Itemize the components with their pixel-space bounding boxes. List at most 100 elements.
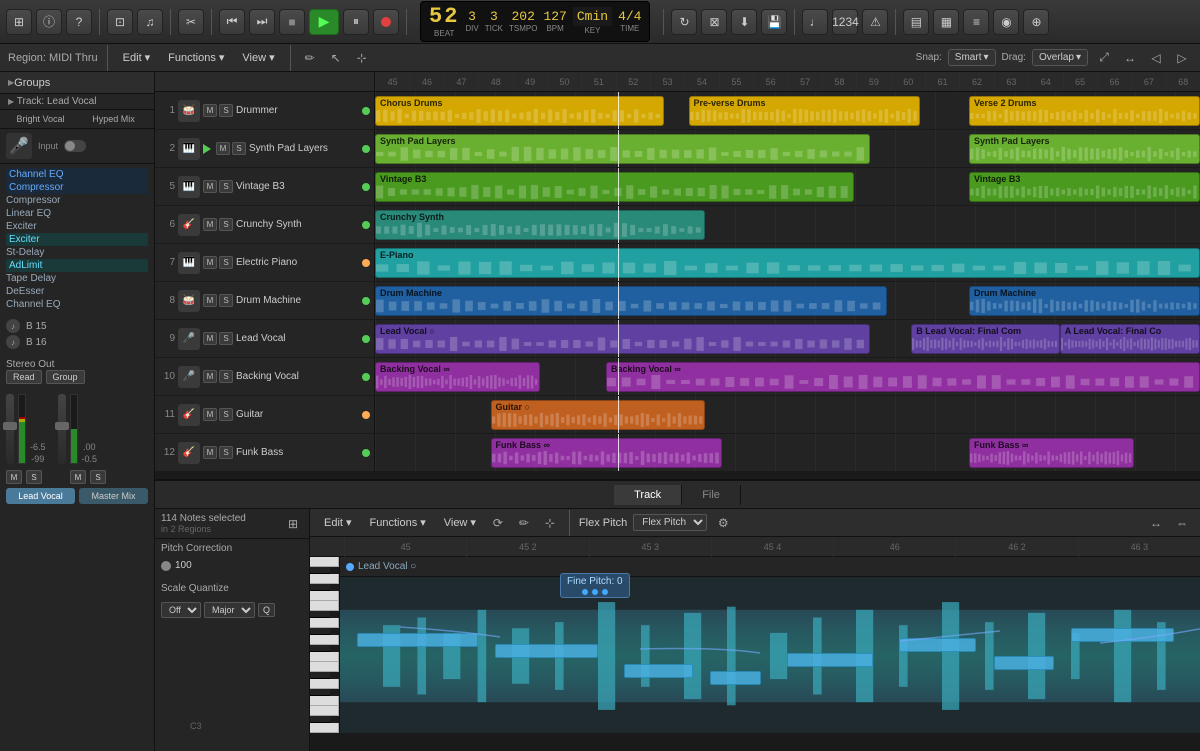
pitch-note-8[interactable] bbox=[1071, 628, 1174, 642]
track-content-8[interactable]: Drum MachineDrum Machine bbox=[375, 282, 1200, 319]
view-menu[interactable]: View ▾ bbox=[236, 49, 280, 66]
piano-key-black-13[interactable] bbox=[310, 672, 330, 679]
plugin-adlimit[interactable]: AdLimit bbox=[6, 259, 148, 272]
smart-controls-button[interactable]: ◉ bbox=[993, 9, 1019, 35]
download-button[interactable]: ⬇ bbox=[731, 9, 757, 35]
fp-view-menu[interactable]: View ▾ bbox=[438, 514, 482, 531]
track-content-7[interactable]: E-Piano bbox=[375, 244, 1200, 281]
stop-button[interactable]: ■ bbox=[279, 9, 305, 35]
region-10-0[interactable]: Backing Vocal ∞ bbox=[375, 362, 540, 392]
record-button[interactable] bbox=[373, 9, 399, 35]
fader-1[interactable] bbox=[6, 394, 14, 464]
pitch-note-7[interactable] bbox=[994, 656, 1054, 670]
piano-key-white-19[interactable] bbox=[310, 723, 339, 733]
region-12-0[interactable]: Funk Bass ∞ bbox=[491, 438, 722, 468]
group-btn[interactable]: Group bbox=[46, 370, 85, 384]
region-1-2[interactable]: Verse 2 Drums bbox=[969, 96, 1200, 126]
plugin-channel-eq[interactable]: Channel EQ bbox=[6, 168, 148, 181]
zoom-fit-icon[interactable]: ↔ bbox=[1120, 48, 1140, 68]
pointer-tool[interactable]: ↖ bbox=[326, 48, 346, 68]
tab-file[interactable]: File bbox=[682, 485, 741, 505]
plugin-st-delay[interactable]: St-Delay bbox=[6, 246, 148, 259]
piano-key-white-16[interactable] bbox=[310, 696, 339, 706]
plugin-exciter-1[interactable]: Exciter bbox=[6, 220, 148, 233]
scissors-button[interactable]: ✂ bbox=[178, 9, 204, 35]
piano-key-black-8[interactable] bbox=[310, 628, 330, 635]
pitch-note-1[interactable] bbox=[357, 633, 477, 647]
piano-key-white-5[interactable] bbox=[310, 601, 339, 611]
fp-zoom-h-icon[interactable]: ↔ bbox=[1146, 513, 1166, 533]
fp-scroll-icon[interactable]: ⇔ bbox=[1172, 513, 1192, 533]
track-content-11[interactable]: Guitar ○ bbox=[375, 396, 1200, 433]
region-7-0[interactable]: E-Piano bbox=[375, 248, 1200, 278]
region-5-1[interactable]: Vintage B3 bbox=[969, 172, 1200, 202]
piano-key-white-2[interactable] bbox=[310, 574, 339, 584]
m-btn-2[interactable]: M bbox=[70, 470, 86, 484]
zoom-full-icon[interactable]: ⤢ bbox=[1094, 48, 1114, 68]
region-12-1[interactable]: Funk Bass ∞ bbox=[969, 438, 1134, 468]
mute-btn-8[interactable]: M bbox=[203, 294, 217, 307]
metronome-button[interactable]: ♩ bbox=[802, 9, 828, 35]
pause-button[interactable]: ⏸ bbox=[343, 9, 369, 35]
m-btn-1[interactable]: M bbox=[6, 470, 22, 484]
rewind-button[interactable]: ⏮ bbox=[219, 9, 245, 35]
piano-key-black-6[interactable] bbox=[310, 611, 330, 618]
plugin-deesser[interactable]: DeEsser bbox=[6, 285, 148, 298]
functions-menu[interactable]: Functions ▾ bbox=[162, 49, 230, 66]
region-6-0[interactable]: Crunchy Synth bbox=[375, 210, 705, 240]
global-tracks-button[interactable]: ⊕ bbox=[1023, 9, 1049, 35]
fp-tool-icon[interactable]: ⊹ bbox=[540, 513, 560, 533]
piano-key-white-14[interactable] bbox=[310, 679, 339, 689]
fp-settings-icon[interactable]: ⚙ bbox=[713, 513, 733, 533]
tab-track[interactable]: Track bbox=[614, 485, 682, 505]
read-btn-1[interactable]: Read bbox=[6, 370, 42, 384]
mute-btn-1[interactable]: M bbox=[203, 104, 217, 117]
track-content-12[interactable]: Funk Bass ∞ Funk Bass ∞ bbox=[375, 434, 1200, 471]
mute-btn-2[interactable]: M bbox=[216, 142, 230, 155]
q-button[interactable]: Q bbox=[258, 603, 275, 617]
mute-btn-12[interactable]: M bbox=[203, 446, 217, 459]
piano-key-white-0[interactable] bbox=[310, 557, 339, 567]
pencil-icon[interactable]: ✏ bbox=[300, 48, 320, 68]
track-content-2[interactable]: Synth Pad LayersSynth Pad Layers bbox=[375, 130, 1200, 167]
plugin-compressor-2[interactable]: Compressor bbox=[6, 194, 148, 207]
mute-btn-11[interactable]: M bbox=[203, 408, 217, 421]
track-content-9[interactable]: Lead Vocal ○B Lead Vocal: Final ComA Lea… bbox=[375, 320, 1200, 357]
mute-btn-7[interactable]: M bbox=[203, 256, 217, 269]
piano-key-black-10[interactable] bbox=[310, 645, 330, 652]
region-1-1[interactable]: Pre-verse Drums bbox=[689, 96, 920, 126]
fp-functions-menu[interactable]: Functions ▾ bbox=[364, 514, 432, 531]
track-content-1[interactable]: Chorus Drums Pre-verse Drums Verse 2 Drums bbox=[375, 92, 1200, 129]
bottom-left-settings-icon[interactable]: ⊞ bbox=[283, 514, 303, 534]
lead-vocal-btn[interactable]: Lead Vocal bbox=[6, 488, 75, 504]
region-5-0[interactable]: Vintage B3 bbox=[375, 172, 854, 202]
piano-key-black-18[interactable] bbox=[310, 716, 330, 723]
snap-dropdown[interactable]: Smart ▾ bbox=[948, 49, 996, 66]
track-content-10[interactable]: Backing Vocal ∞Backing Vocal ∞ bbox=[375, 358, 1200, 395]
master-mix-btn[interactable]: Master Mix bbox=[79, 488, 148, 504]
flex-pitch-select[interactable]: Flex Pitch bbox=[633, 514, 707, 531]
track-content-5[interactable]: Vintage B3 Vintage B3 bbox=[375, 168, 1200, 205]
scale-off-select[interactable]: Off bbox=[161, 602, 201, 618]
plugin-tape-delay[interactable]: Tape Delay bbox=[6, 272, 148, 285]
solo-btn-1[interactable]: S bbox=[219, 104, 233, 117]
region-8-0[interactable]: Drum Machine bbox=[375, 286, 887, 316]
solo-btn-9[interactable]: S bbox=[219, 332, 233, 345]
mute-btn-6[interactable]: M bbox=[203, 218, 217, 231]
s-btn-2[interactable]: S bbox=[90, 470, 106, 484]
solo-btn-11[interactable]: S bbox=[219, 408, 233, 421]
plugin-linear-eq[interactable]: Linear EQ bbox=[6, 207, 148, 220]
region-2-0[interactable]: Synth Pad Layers bbox=[375, 134, 870, 164]
info-button[interactable]: ⓘ bbox=[36, 9, 62, 35]
play-button[interactable]: ▶ bbox=[309, 9, 339, 35]
region-1-0[interactable]: Chorus Drums bbox=[375, 96, 664, 126]
cpu-button[interactable]: ⊡ bbox=[107, 9, 133, 35]
fast-forward-button[interactable]: ⏭ bbox=[249, 9, 275, 35]
scroll-left-icon[interactable]: ◁ bbox=[1146, 48, 1166, 68]
plugin-exciter-2[interactable]: Exciter bbox=[6, 233, 148, 246]
region-9-1[interactable]: B Lead Vocal: Final Com bbox=[911, 324, 1060, 354]
piano-key-white-12[interactable] bbox=[310, 662, 339, 672]
piano-key-white-4[interactable] bbox=[310, 591, 339, 601]
drag-dropdown[interactable]: Overlap ▾ bbox=[1032, 49, 1088, 66]
help-button[interactable]: ? bbox=[66, 9, 92, 35]
